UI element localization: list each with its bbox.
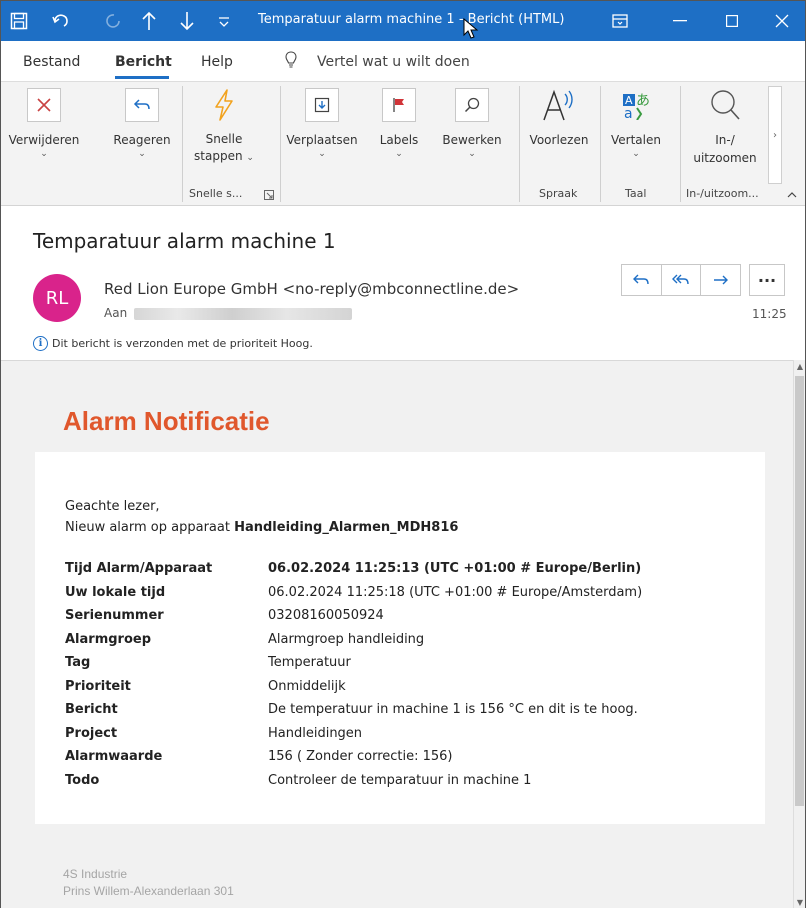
sender[interactable]: Red Lion Europe GmbH <no-reply@mbconnect… <box>104 280 519 298</box>
message-body: Alarm Notificatie Geachte lezer, Nieuw a… <box>1 360 793 908</box>
zoom-button[interactable]: In-/uitzoomen <box>684 88 766 167</box>
footer-company: 4S Industrie <box>63 867 128 881</box>
window-title: Temparatuur alarm machine 1 - Bericht (H… <box>258 12 565 27</box>
greeting-block: Geachte lezer, Nieuw alarm op apparaat H… <box>65 496 458 538</box>
group-label-quick-steps: Snelle s... <box>189 187 243 200</box>
minimize-button[interactable] <box>657 1 703 41</box>
group-label-speech: Spraak <box>539 187 578 200</box>
alarm-card: Geachte lezer, Nieuw alarm op apparaat H… <box>35 452 765 824</box>
reply-all-icon[interactable] <box>662 265 702 295</box>
greeting: Geachte lezer, <box>65 499 160 514</box>
chevron-down-icon: ⌄ <box>318 149 326 159</box>
lightbulb-icon <box>285 51 297 68</box>
mouse-cursor-icon <box>463 18 479 39</box>
chevron-down-icon: ⌄ <box>40 149 48 159</box>
avatar[interactable]: RL <box>33 274 81 322</box>
chevron-down-icon: ⌄ <box>246 153 254 163</box>
tab-bestand[interactable]: Bestand <box>23 54 80 70</box>
table-row: Project Handleidingen <box>65 725 363 741</box>
table-row: Alarmgroep Alarmgroep handleiding <box>65 631 425 647</box>
search-icon <box>455 88 489 122</box>
reply-button[interactable]: Reageren ⌄ <box>107 88 177 159</box>
ribbon-display-options-icon[interactable] <box>597 1 643 41</box>
table-row: Tag Temperatuur <box>65 655 351 670</box>
footer-address: Prins Willem-Alexanderlaan 301 <box>63 884 234 898</box>
recipient-redacted <box>134 308 352 320</box>
labels-button[interactable]: Labels ⌄ <box>371 88 427 159</box>
dialog-launcher-icon[interactable] <box>264 189 274 203</box>
scrollbar-thumb[interactable] <box>795 376 804 806</box>
undo-icon[interactable] <box>49 1 73 41</box>
ribbon: Verwijderen ⌄ Reageren ⌄ Snelle stappen ⌄… <box>1 81 805 206</box>
message-subject: Temparatuur alarm machine 1 <box>33 229 336 253</box>
menu-bar: Bestand Bericht Help Vertel wat u wilt d… <box>1 41 805 81</box>
move-button[interactable]: Verplaatsen ⌄ <box>282 88 362 159</box>
svg-text:あ: あ <box>636 93 650 109</box>
ribbon-separator <box>600 86 601 202</box>
reply-actions <box>621 264 741 296</box>
save-icon[interactable] <box>7 1 31 41</box>
read-aloud-button[interactable]: Voorlezen <box>523 88 595 149</box>
title-bar: Temparatuur alarm machine 1 - Bericht (H… <box>1 1 805 41</box>
table-row: Todo Controleer de temparatuur in machine… <box>65 772 532 788</box>
ribbon-scroll-right-icon[interactable]: › <box>768 86 782 184</box>
alarm-details-table: Tijd Alarm/Apparaat 06.02.2024 11:25:13 (… <box>65 561 745 796</box>
ribbon-separator <box>519 86 520 202</box>
collapse-ribbon-icon[interactable] <box>787 188 797 201</box>
table-row: Tijd Alarm/Apparaat 06.02.2024 11:25:13 (… <box>65 561 642 576</box>
translate-icon: Aaあ <box>619 88 653 122</box>
edit-button[interactable]: Bewerken ⌄ <box>439 88 505 159</box>
vertical-scrollbar[interactable]: ▲ ▼ <box>793 360 805 908</box>
move-icon <box>305 88 339 122</box>
delete-icon <box>27 88 61 122</box>
arrow-up-icon[interactable] <box>139 1 159 41</box>
message-time: 11:25 <box>752 307 787 321</box>
table-row: Alarmwaarde 156 ( Zonder correctie: 156) <box>65 749 453 764</box>
scroll-down-icon[interactable]: ▼ <box>795 898 805 907</box>
group-label-language: Taal <box>625 187 647 200</box>
active-tab-indicator <box>115 76 169 79</box>
maximize-button[interactable] <box>709 1 755 41</box>
tab-help[interactable]: Help <box>201 54 233 70</box>
alarm-title: Alarm Notificatie <box>63 406 270 436</box>
quick-steps-button[interactable]: Snelle stappen ⌄ <box>187 88 261 165</box>
reply-icon[interactable] <box>622 265 662 295</box>
chevron-down-icon: ⌄ <box>395 149 403 159</box>
to-label: Aan <box>104 306 128 320</box>
reply-icon <box>125 88 159 122</box>
zoom-icon <box>708 88 742 122</box>
device-name: Handleiding_Alarmen_MDH816 <box>234 520 459 535</box>
chevron-down-icon: ⌄ <box>138 149 146 159</box>
tab-bericht[interactable]: Bericht <box>115 54 172 70</box>
footer: 4S Industrie Prins Willem-Alexanderlaan … <box>63 866 234 900</box>
tell-me-search[interactable]: Vertel wat u wilt doen <box>317 54 470 70</box>
close-button[interactable] <box>759 1 805 41</box>
ribbon-separator <box>182 86 183 202</box>
translate-button[interactable]: Aaあ Vertalen ⌄ <box>604 88 668 159</box>
svg-text:a: a <box>624 106 633 120</box>
table-row: Serienummer 03208160050924 <box>65 608 384 623</box>
forward-icon[interactable] <box>701 265 740 295</box>
group-label-zoom: In-/uitzoom... <box>686 187 759 200</box>
intro-line: Nieuw alarm op apparaat Handleiding_Alar… <box>65 520 459 535</box>
scroll-up-icon[interactable]: ▲ <box>795 362 805 371</box>
ribbon-separator <box>280 86 281 202</box>
delete-button[interactable]: Verwijderen ⌄ <box>5 88 83 159</box>
redo-icon[interactable] <box>102 1 126 41</box>
priority-note: Dit bericht is verzonden met de priorite… <box>52 337 313 350</box>
customize-toolbar-icon[interactable] <box>215 1 233 41</box>
read-aloud-icon <box>539 88 579 122</box>
chevron-down-icon: ⌄ <box>468 149 476 159</box>
table-row: Prioriteit Onmiddelijk <box>65 678 346 694</box>
table-row: Uw lokale tijd 06.02.2024 11:25:18 (UTC +… <box>65 584 643 600</box>
lightning-icon <box>207 88 241 122</box>
arrow-down-icon[interactable] <box>177 1 197 41</box>
ribbon-separator <box>680 86 681 202</box>
table-row: Bericht De temperatuur in machine 1 is 15… <box>65 702 638 717</box>
chevron-down-icon: ⌄ <box>632 149 640 159</box>
more-actions-button[interactable]: ··· <box>749 264 785 296</box>
flag-icon <box>382 88 416 122</box>
info-icon: i <box>33 336 48 351</box>
